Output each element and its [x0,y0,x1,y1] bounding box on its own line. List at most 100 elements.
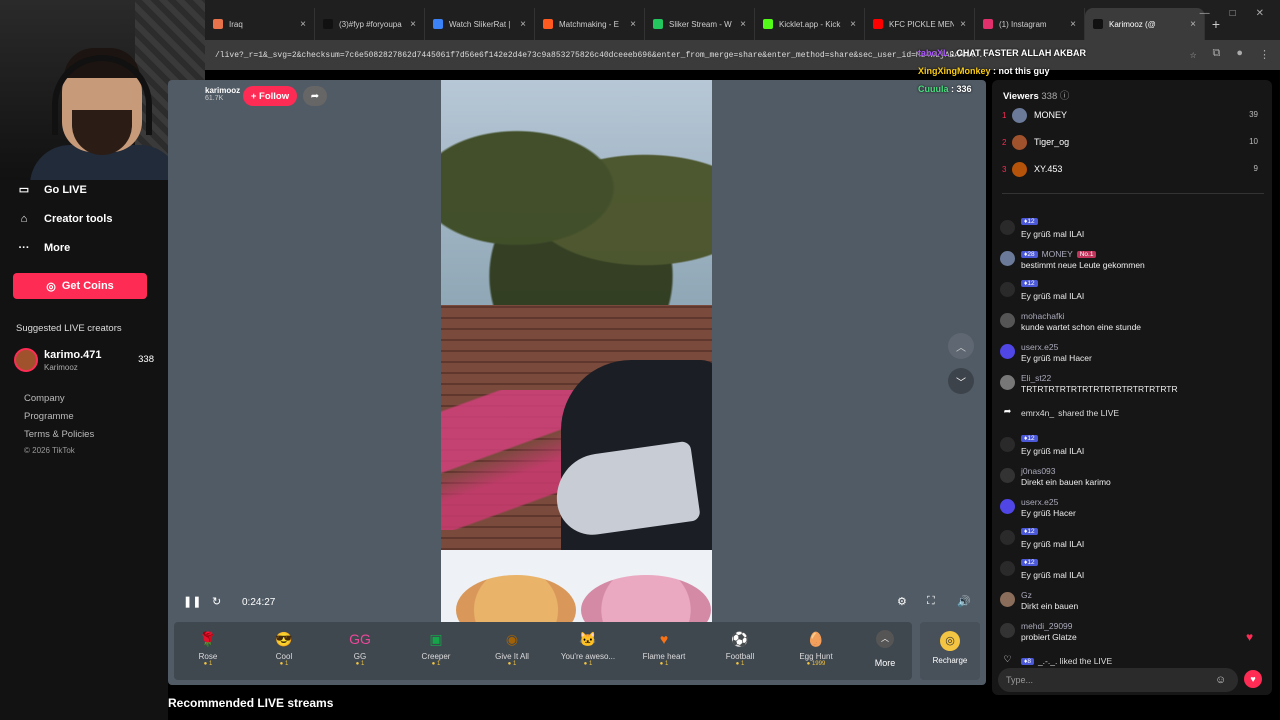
close-icon[interactable]: × [850,19,856,30]
info-icon[interactable]: ⓘ [1060,91,1070,102]
chat-text: Ey grüß Hacer [1021,508,1076,518]
share-icon: ➦ [1003,406,1012,416]
chat-user[interactable]: mehdi_29099 [1021,621,1073,631]
gift-0[interactable]: 🌹 Rose ● 1 [178,628,238,668]
nav-more[interactable]: ··· More [18,242,71,254]
volume-icon[interactable]: 🔊 [957,595,971,608]
avatar [1000,468,1015,483]
recommended-title: Recommended LIVE streams [168,696,334,710]
creator-viewer-count: 338 [138,354,154,365]
tab-3[interactable]: Matchmaking - E × [535,8,645,40]
menu-icon[interactable]: ⋮ [1259,48,1270,62]
more-label: More [874,658,896,668]
tab-2[interactable]: Watch SlikerRat | × [425,8,535,40]
live-video[interactable] [441,80,712,622]
tab-1[interactable]: (3)#fyp #foryoupa × [315,8,425,40]
gift-name: Flame heart [642,652,686,661]
rank-badge: No.1 [1076,250,1097,258]
viewers-header[interactable]: Viewers 338 ⓘ [1003,88,1069,102]
like-button[interactable]: ♥ [1244,670,1262,688]
chat-user[interactable]: mohachafki [1021,311,1064,321]
emoji-icon[interactable]: ☺ [1215,674,1226,686]
heart-icon: ♡ [1003,654,1012,664]
chat-text: TRTRTRTRTRTRTRTRTRTRTRTRTRTR [1021,384,1178,394]
close-icon[interactable]: × [960,19,966,30]
gift-6[interactable]: ♥ Flame heart ● 1 [634,628,694,667]
viewer-row[interactable]: 1 MONEY 39 [1002,107,1264,127]
gift-4[interactable]: ◉ Give It All ● 1 [482,628,542,668]
chat-text: Ey grüß mal Hacer [1021,353,1092,363]
minimize-icon[interactable]: — [1200,8,1210,19]
tab-favicon-icon [763,19,773,29]
extension-icon[interactable]: ⧉ [1213,48,1221,62]
footer-link-programme[interactable]: Programme [24,411,74,422]
tab-4[interactable]: Sliker Stream - W × [645,8,755,40]
close-icon[interactable]: × [410,19,416,30]
host-info[interactable]: karimooz 61.7K [205,86,240,102]
chat-input[interactable]: Type... [998,668,1238,692]
gift-5[interactable]: 🐱 You're aweso... ● 1 [558,628,618,668]
recharge-button[interactable]: ◎ Recharge [920,622,980,680]
video-trees [441,100,712,320]
footer-link-company[interactable]: Company [24,393,65,404]
gift-icon: ♥ [659,631,669,647]
tab-0[interactable]: Iraq × [205,8,315,40]
nav-creator-tools[interactable]: ⌂ Creator tools [18,213,113,225]
tab-title: Kicklet.app - Kick [779,19,841,29]
overlay-user: taboXL [918,48,949,58]
previous-stream-button[interactable]: ︿ [948,333,974,359]
viewer-row[interactable]: 3 XY.453 9 [1002,161,1264,181]
gift-1[interactable]: 😎 Cool ● 1 [254,628,314,668]
chat-user[interactable]: Gz [1021,590,1032,600]
fullscreen-icon[interactable]: ⛶ [927,595,935,608]
close-window-icon[interactable]: ✕ [1256,8,1264,19]
gift-3[interactable]: ▣ Creeper ● 1 [406,628,466,668]
address-bar[interactable]: /live?_r=1&_svg=2&checksum=7c6e508282786… [205,40,1280,70]
chat-user[interactable]: j0nas093 [1021,466,1056,476]
star-icon[interactable]: ☆ [1190,48,1197,62]
more-gifts-button[interactable]: ︿ More [872,630,898,674]
tab-title: (1) Instagram [999,19,1047,29]
pause-icon[interactable]: ❚❚ [183,595,201,608]
gift-name: Give It All [495,652,529,661]
maximize-icon[interactable]: □ [1230,8,1236,19]
chat-user[interactable]: userx.e25 [1021,342,1058,352]
close-icon[interactable]: × [630,19,636,30]
get-coins-button[interactable]: ◎ Get Coins [13,273,147,299]
refresh-icon[interactable]: ↻ [212,595,221,608]
window-controls: — □ ✕ [1184,0,1280,27]
close-icon[interactable]: × [520,19,526,30]
tab-7[interactable]: (1) Instagram × [975,8,1085,40]
share-icon[interactable]: ➦ [303,86,327,106]
tab-6[interactable]: KFC PICKLE MENU × [865,8,975,40]
nav-go-live[interactable]: ▭ Go LIVE [18,183,87,197]
chat-header: ♦28 MONEY No.1 [1021,249,1097,259]
settings-icon[interactable]: ⚙ [897,595,907,608]
chat-user[interactable]: Eli_st22 [1021,373,1051,383]
next-stream-button[interactable]: ﹀ [948,368,974,394]
viewer-rank: 2 [1002,138,1007,147]
close-icon[interactable]: × [740,19,746,30]
gift-7[interactable]: ⚽ Football ● 1 [710,628,770,668]
gift-icon: ◉ [505,630,519,647]
close-icon[interactable]: × [1070,19,1076,30]
overlay-user: XingXingMonkey [918,66,991,76]
chat-user[interactable]: emrx4n_ [1021,408,1054,418]
chat-text: Ey grüß mal ILAI [1021,570,1085,580]
tab-favicon-icon [543,19,553,29]
tab-favicon-icon [323,19,333,29]
gift-2[interactable]: GG GG ● 1 [330,628,390,667]
follow-button[interactable]: + Follow [243,86,297,106]
viewer-row[interactable]: 2 Tiger_og 10 [1002,134,1264,154]
gift-8[interactable]: 🥚 Egg Hunt ● 1999 [786,628,846,668]
footer-link-terms[interactable]: Terms & Policies [24,429,94,440]
elapsed-time: 0:24:27 [242,597,276,608]
chat-header: ♦12 [1021,435,1038,442]
close-icon[interactable]: × [300,19,306,30]
tab-5[interactable]: Kicklet.app - Kick × [755,8,865,40]
copyright: © 2026 TikTok [24,446,75,455]
chat-user[interactable]: userx.e25 [1021,497,1058,507]
profile-icon[interactable]: ● [1236,48,1243,62]
suggested-creator[interactable]: karimo.471 Karimooz 338 [14,346,154,376]
chat-user[interactable]: MONEY [1042,249,1073,259]
